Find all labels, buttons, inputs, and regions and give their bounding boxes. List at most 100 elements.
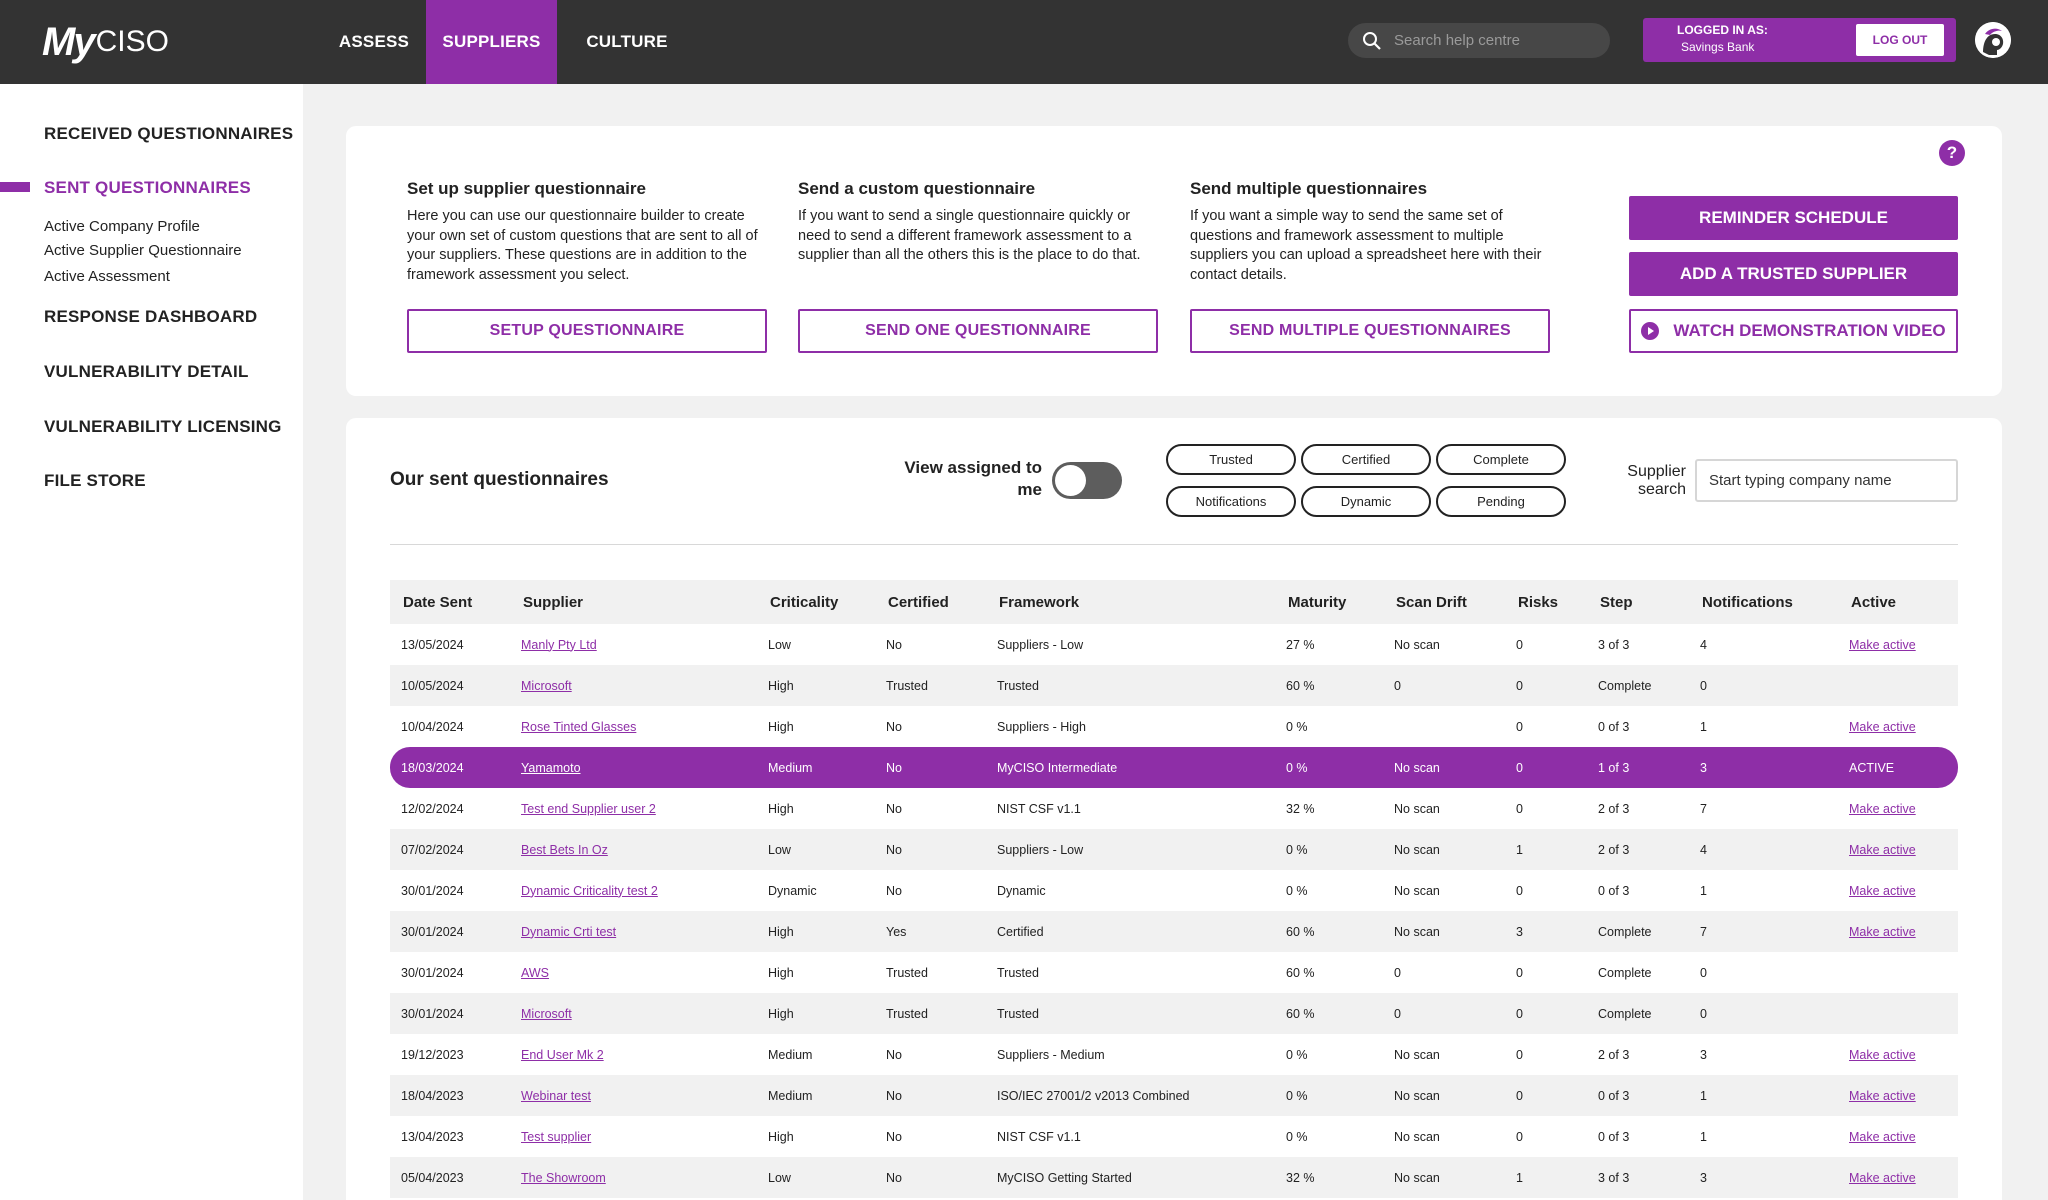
cell-supplier: Microsoft [521, 993, 572, 1034]
view-assigned-toggle[interactable] [1052, 462, 1122, 499]
supplier-link[interactable]: Microsoft [521, 679, 572, 693]
supplier-link[interactable]: Test end Supplier user 2 [521, 802, 656, 816]
table-row: 13/05/2024 Manly Pty Ltd Low No Suppliers - … [390, 624, 1958, 665]
header-active[interactable]: Active [1851, 580, 1896, 624]
supplier-link[interactable]: Webinar test [521, 1089, 591, 1103]
make-active-link[interactable]: Make active [1849, 1048, 1916, 1062]
sidebar-item-vulnerability-licensing[interactable]: VULNERABILITY LICENSING [44, 417, 282, 437]
make-active-link[interactable]: Make active [1849, 638, 1916, 652]
filter-complete[interactable]: Complete [1436, 444, 1566, 475]
supplier-link[interactable]: Dynamic Criticality test 2 [521, 884, 658, 898]
supplier-link[interactable]: Best Bets In Oz [521, 843, 608, 857]
filter-dynamic[interactable]: Dynamic [1301, 486, 1431, 517]
cell-supplier: Manly Pty Ltd [521, 624, 597, 665]
make-active-link[interactable]: Make active [1849, 884, 1916, 898]
header-scan-drift[interactable]: Scan Drift [1396, 580, 1467, 624]
reminder-schedule-button[interactable]: REMINDER SCHEDULE [1629, 196, 1958, 240]
watch-demo-label: WATCH DEMONSTRATION VIDEO [1673, 321, 1946, 340]
cell-step: Complete [1598, 924, 1652, 939]
supplier-link[interactable]: Dynamic Crti test [521, 925, 616, 939]
help-icon[interactable]: ? [1939, 140, 1965, 166]
cell-step: 2 of 3 [1598, 842, 1630, 857]
filter-notifications[interactable]: Notifications [1166, 486, 1296, 517]
search-input[interactable] [1394, 32, 1594, 49]
sidebar-item-vulnerability-detail[interactable]: VULNERABILITY DETAIL [44, 362, 249, 382]
cell-scan-drift: No scan [1394, 1170, 1440, 1185]
avatar[interactable] [1975, 22, 2011, 58]
add-trusted-supplier-button[interactable]: ADD A TRUSTED SUPPLIER [1629, 252, 1958, 296]
header-risks[interactable]: Risks [1518, 580, 1558, 624]
nav-assess[interactable]: ASSESS [322, 0, 426, 84]
multiple-text: If you want a simple way to send the sam… [1190, 208, 1542, 283]
logged-in-user: Savings Bank [1681, 40, 1755, 54]
nav-suppliers[interactable]: SUPPLIERS [426, 0, 557, 84]
cell-notifications: 1 [1700, 883, 1707, 898]
setup-text: Here you can use our questionnaire build… [407, 208, 758, 283]
sidebar-item-response-dashboard[interactable]: RESPONSE DASHBOARD [44, 307, 257, 327]
cell-step: 2 of 3 [1598, 801, 1630, 816]
send-multiple-questionnaires-button[interactable]: SEND MULTIPLE QUESTIONNAIRES [1190, 309, 1550, 353]
cell-date: 30/01/2024 [401, 924, 464, 939]
header-notifications[interactable]: Notifications [1702, 580, 1793, 624]
nav-culture[interactable]: CULTURE [557, 0, 697, 84]
cell-step: Complete [1598, 965, 1652, 980]
header-criticality[interactable]: Criticality [770, 580, 838, 624]
filter-pending[interactable]: Pending [1436, 486, 1566, 517]
supplier-link[interactable]: The Showroom [521, 1171, 606, 1185]
header-step[interactable]: Step [1600, 580, 1633, 624]
supplier-link[interactable]: AWS [521, 966, 549, 980]
supplier-link[interactable]: Manly Pty Ltd [521, 638, 597, 652]
watch-demo-button[interactable]: WATCH DEMONSTRATION VIDEO [1629, 309, 1958, 353]
header-date-sent[interactable]: Date Sent [403, 580, 472, 624]
supplier-search-input[interactable] [1695, 459, 1958, 502]
supplier-link[interactable]: Test supplier [521, 1130, 591, 1144]
sidebar-sub-assessment[interactable]: Active Assessment [44, 268, 170, 285]
sidebar-sub-supplier-questionnaire[interactable]: Active Supplier Questionnaire [44, 242, 242, 259]
cell-scan-drift: No scan [1394, 801, 1440, 816]
supplier-link[interactable]: Microsoft [521, 1007, 572, 1021]
header-certified[interactable]: Certified [888, 580, 949, 624]
sidebar-sub-company-profile[interactable]: Active Company Profile [44, 218, 200, 235]
make-active-link[interactable]: Make active [1849, 1171, 1916, 1185]
sidebar-item-sent[interactable]: SENT QUESTIONNAIRES [44, 178, 251, 198]
multiple-title: Send multiple questionnaires [1190, 179, 1428, 198]
cell-risks: 0 [1516, 883, 1523, 898]
cell-date: 13/04/2023 [401, 1129, 464, 1144]
cell-framework: Trusted [997, 965, 1039, 980]
cell-date: 18/03/2024 [401, 760, 464, 775]
logout-button[interactable]: LOG OUT [1856, 24, 1944, 56]
supplier-link[interactable]: End User Mk 2 [521, 1048, 604, 1062]
play-icon [1641, 322, 1660, 340]
header-maturity[interactable]: Maturity [1288, 580, 1346, 624]
sidebar-item-file-store[interactable]: FILE STORE [44, 471, 146, 491]
cell-step: 1 of 3 [1598, 760, 1630, 775]
table-body: 13/05/2024 Manly Pty Ltd Low No Suppliers - … [390, 624, 1958, 1198]
myciso-logo[interactable]: My CISO [42, 18, 169, 66]
header-supplier[interactable]: Supplier [523, 580, 583, 624]
supplier-link[interactable]: Rose Tinted Glasses [521, 720, 636, 734]
setup-questionnaire-button[interactable]: SETUP QUESTIONNAIRE [407, 309, 767, 353]
cell-date: 19/12/2023 [401, 1047, 464, 1062]
make-active-link[interactable]: Make active [1849, 843, 1916, 857]
toggle-knob [1055, 465, 1086, 496]
cell-risks: 0 [1516, 1088, 1523, 1103]
cell-certified: No [886, 842, 902, 857]
cell-risks: 0 [1516, 719, 1523, 734]
cell-scan-drift: No scan [1394, 842, 1440, 857]
make-active-link[interactable]: Make active [1849, 1089, 1916, 1103]
filter-trusted[interactable]: Trusted [1166, 444, 1296, 475]
cell-framework: NIST CSF v1.1 [997, 801, 1081, 816]
send-one-questionnaire-button[interactable]: SEND ONE QUESTIONNAIRE [798, 309, 1158, 353]
active-marker [0, 182, 30, 192]
table-row: 30/01/2024 Microsoft High Trusted Trusted 60 … [390, 993, 1958, 1034]
cell-scan-drift: 0 [1394, 965, 1401, 980]
filter-certified[interactable]: Certified [1301, 444, 1431, 475]
header-framework[interactable]: Framework [999, 580, 1079, 624]
sidebar-item-received[interactable]: RECEIVED QUESTIONNAIRES [44, 124, 293, 144]
supplier-link[interactable]: Yamamoto [521, 761, 581, 775]
make-active-link[interactable]: Make active [1849, 925, 1916, 939]
cell-framework: MyCISO Getting Started [997, 1170, 1132, 1185]
make-active-link[interactable]: Make active [1849, 720, 1916, 734]
make-active-link[interactable]: Make active [1849, 1130, 1916, 1144]
make-active-link[interactable]: Make active [1849, 802, 1916, 816]
